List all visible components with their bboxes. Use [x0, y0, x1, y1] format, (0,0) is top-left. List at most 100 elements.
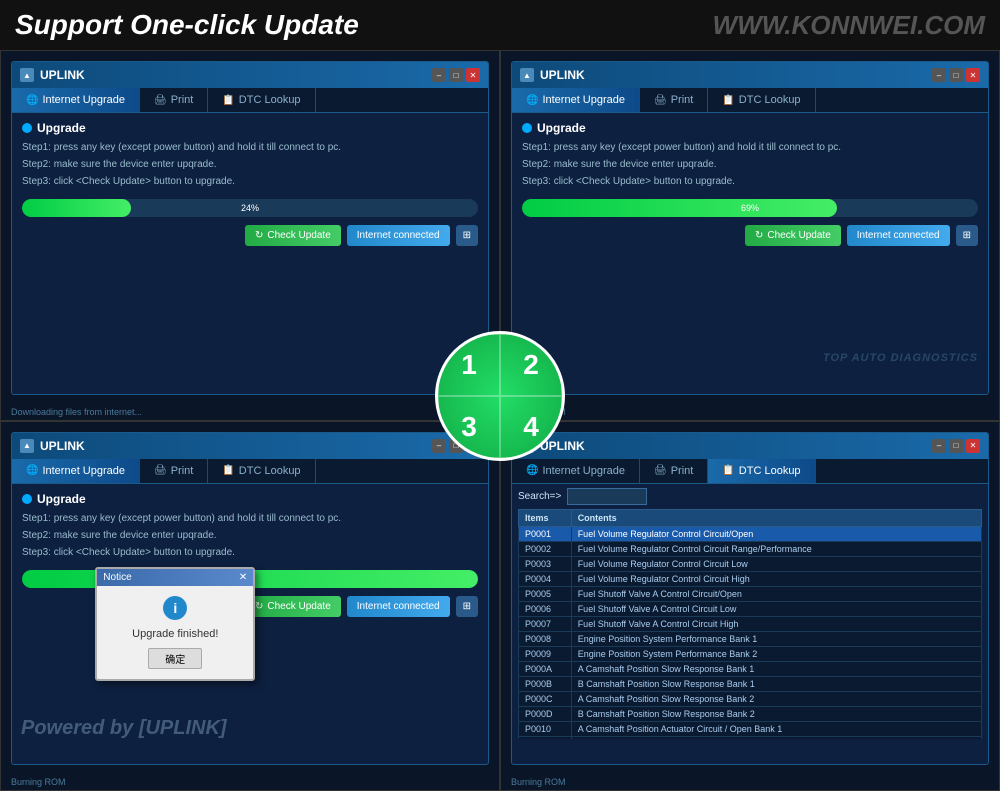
tab-dtc-3[interactable]: 📋 DTC Lookup: [208, 459, 315, 483]
upgrade-title-1: Upgrade: [22, 121, 478, 135]
dtc-row[interactable]: P0006Fuel Shutoff Valve A Control Circui…: [519, 601, 982, 616]
main-title: Support One-click Update: [15, 9, 359, 41]
search-input[interactable]: [567, 488, 647, 505]
window-controls-1: – □ ✕: [432, 68, 480, 82]
notice-titlebar: Notice ✕: [97, 569, 253, 586]
progress-bar-2: 69%: [522, 199, 978, 217]
dtc-row[interactable]: P000DB Camshaft Position Slow Response B…: [519, 706, 982, 721]
dtc-row[interactable]: P0003Fuel Volume Regulator Control Circu…: [519, 556, 982, 571]
progress-fill-2: [522, 199, 837, 217]
minimize-btn-1[interactable]: –: [432, 68, 446, 82]
step3-1: Step3: click <Check Update> button to up…: [22, 175, 478, 189]
tab-internet-upgrade-4[interactable]: 🌐 Internet Upgrade: [512, 459, 640, 483]
app-icon-1: ▲: [20, 68, 34, 82]
status-text-3: Burning ROM: [11, 777, 66, 787]
progress-label-2: 69%: [741, 203, 759, 213]
step1-3: Step1: press any key (except power butto…: [22, 512, 478, 526]
quadrant-1: ▲ UPLINK – □ ✕ 🌐 Internet Upgrade 🖨 Prin…: [0, 50, 500, 421]
dtc-row[interactable]: P0011A Camshaft Position Timing Over-Adv…: [519, 736, 982, 739]
tab-print-1[interactable]: 🖨 Print: [140, 88, 208, 112]
close-btn-2[interactable]: ✕: [966, 68, 980, 82]
tab-print-2[interactable]: 🖨 Print: [640, 88, 708, 112]
tab-dtc-4[interactable]: 📋 DTC Lookup: [708, 459, 815, 483]
step2-2: Step2: make sure the device enter upqrad…: [522, 158, 978, 172]
window-controls-2: – □ ✕: [932, 68, 980, 82]
watermark-2: TOP AUTO DIAGNOSTICS: [823, 352, 978, 364]
dtc-row[interactable]: P0001Fuel Volume Regulator Control Circu…: [519, 526, 982, 541]
check-update-btn-2[interactable]: ↻ Check Update: [745, 225, 841, 246]
tab-print-3[interactable]: 🖨 Print: [140, 459, 208, 483]
notice-title-text: Notice: [103, 572, 131, 583]
tab-dtc-2[interactable]: 📋 DTC Lookup: [708, 88, 815, 112]
dtc-table-container: Items Contents P0001Fuel Volume Regulato…: [512, 509, 988, 739]
notice-close-btn[interactable]: ✕: [239, 572, 247, 583]
notice-message: Upgrade finished!: [132, 628, 218, 640]
maximize-btn-4[interactable]: □: [949, 439, 963, 453]
minimize-btn-4[interactable]: –: [932, 439, 946, 453]
upgrade-dot-3: [22, 494, 32, 504]
dtc-row[interactable]: P000AA Camshaft Position Slow Response B…: [519, 661, 982, 676]
progress-label-1: 24%: [241, 203, 259, 213]
tab-internet-upgrade-3[interactable]: 🌐 Internet Upgrade: [12, 459, 140, 483]
dtc-row[interactable]: P0005Fuel Shutoff Valve A Control Circui…: [519, 586, 982, 601]
upgrade-dot-1: [22, 123, 32, 133]
maximize-btn-2[interactable]: □: [949, 68, 963, 82]
dtc-row[interactable]: P0010A Camshaft Position Actuator Circui…: [519, 721, 982, 736]
dtc-row[interactable]: P0002Fuel Volume Regulator Control Circu…: [519, 541, 982, 556]
tab-dtc-1[interactable]: 📋 DTC Lookup: [208, 88, 315, 112]
progress-bar-1: 24%: [22, 199, 478, 217]
step3-2: Step3: click <Check Update> button to up…: [522, 175, 978, 189]
center-circle: 1 2 3 4: [435, 331, 565, 461]
tabs-2: 🌐 Internet Upgrade 🖨 Print 📋 DTC Lookup: [512, 88, 988, 113]
dtc-row[interactable]: P000BB Camshaft Position Slow Response B…: [519, 676, 982, 691]
window-content-1: Upgrade Step1: press any key (except pow…: [12, 113, 488, 254]
tab-internet-upgrade-1[interactable]: 🌐 Internet Upgrade: [12, 88, 140, 112]
status-text-1: Downloading files from internet...: [11, 407, 142, 417]
titlebar-2: ▲ UPLINK – □ ✕: [512, 62, 988, 88]
minimize-btn-3[interactable]: –: [432, 439, 446, 453]
step3-3: Step3: click <Check Update> button to up…: [22, 546, 478, 560]
close-btn-1[interactable]: ✕: [466, 68, 480, 82]
screen-btn-3[interactable]: ⊞: [456, 596, 478, 617]
dtc-row[interactable]: P000CA Camshaft Position Slow Response B…: [519, 691, 982, 706]
tabs-4: 🌐 Internet Upgrade 🖨 Print 📋 DTC Lookup: [512, 459, 988, 484]
step1-1: Step1: press any key (except power butto…: [22, 141, 478, 155]
app-title-3: UPLINK: [40, 439, 85, 453]
tab-internet-upgrade-2[interactable]: 🌐 Internet Upgrade: [512, 88, 640, 112]
dtc-row[interactable]: P0004Fuel Volume Regulator Control Circu…: [519, 571, 982, 586]
brand-text: WWW.KONNWEI.COM: [713, 10, 985, 41]
col-contents: Contents: [571, 509, 981, 526]
quadrant-2: ▲ UPLINK – □ ✕ 🌐 Internet Upgrade 🖨 Prin…: [500, 50, 1000, 421]
screen-btn-2[interactable]: ⊞: [956, 225, 978, 246]
app-icon-3: ▲: [20, 439, 34, 453]
notice-ok-btn[interactable]: 确定: [148, 648, 202, 669]
window-controls-4: – □ ✕: [932, 439, 980, 453]
internet-connected-btn-3[interactable]: Internet connected: [347, 596, 450, 617]
btn-row-1: ↻ Check Update Internet connected ⊞: [22, 225, 478, 246]
notice-body: i Upgrade finished! 确定: [97, 586, 253, 679]
maximize-btn-1[interactable]: □: [449, 68, 463, 82]
internet-connected-btn-1[interactable]: Internet connected: [347, 225, 450, 246]
check-update-btn-1[interactable]: ↻ Check Update: [245, 225, 341, 246]
check-update-btn-3[interactable]: ↻ Check Update: [245, 596, 341, 617]
app-icon-2: ▲: [520, 68, 534, 82]
tab-print-4[interactable]: 🖨 Print: [640, 459, 708, 483]
dtc-row[interactable]: P0007Fuel Shutoff Valve A Control Circui…: [519, 616, 982, 631]
step2-1: Step2: make sure the device enter upqrad…: [22, 158, 478, 172]
powered-text: Powered by [UPLINK]: [21, 717, 227, 740]
dtc-search-bar: Search=>: [512, 484, 988, 509]
search-label: Search=>: [518, 491, 561, 502]
step1-2: Step1: press any key (except power butto…: [522, 141, 978, 155]
dtc-row[interactable]: P0009Engine Position System Performance …: [519, 646, 982, 661]
minimize-btn-2[interactable]: –: [932, 68, 946, 82]
col-items: Items: [519, 509, 572, 526]
tabs-3: 🌐 Internet Upgrade 🖨 Print 📋 DTC Lookup: [12, 459, 488, 484]
app-title-1: UPLINK: [40, 68, 85, 82]
internet-connected-btn-2[interactable]: Internet connected: [847, 225, 950, 246]
titlebar-1: ▲ UPLINK – □ ✕: [12, 62, 488, 88]
dtc-row[interactable]: P0008Engine Position System Performance …: [519, 631, 982, 646]
screen-btn-1[interactable]: ⊞: [456, 225, 478, 246]
btn-row-2: ↻ Check Update Internet connected ⊞: [522, 225, 978, 246]
upgrade-title-2: Upgrade: [522, 121, 978, 135]
close-btn-4[interactable]: ✕: [966, 439, 980, 453]
